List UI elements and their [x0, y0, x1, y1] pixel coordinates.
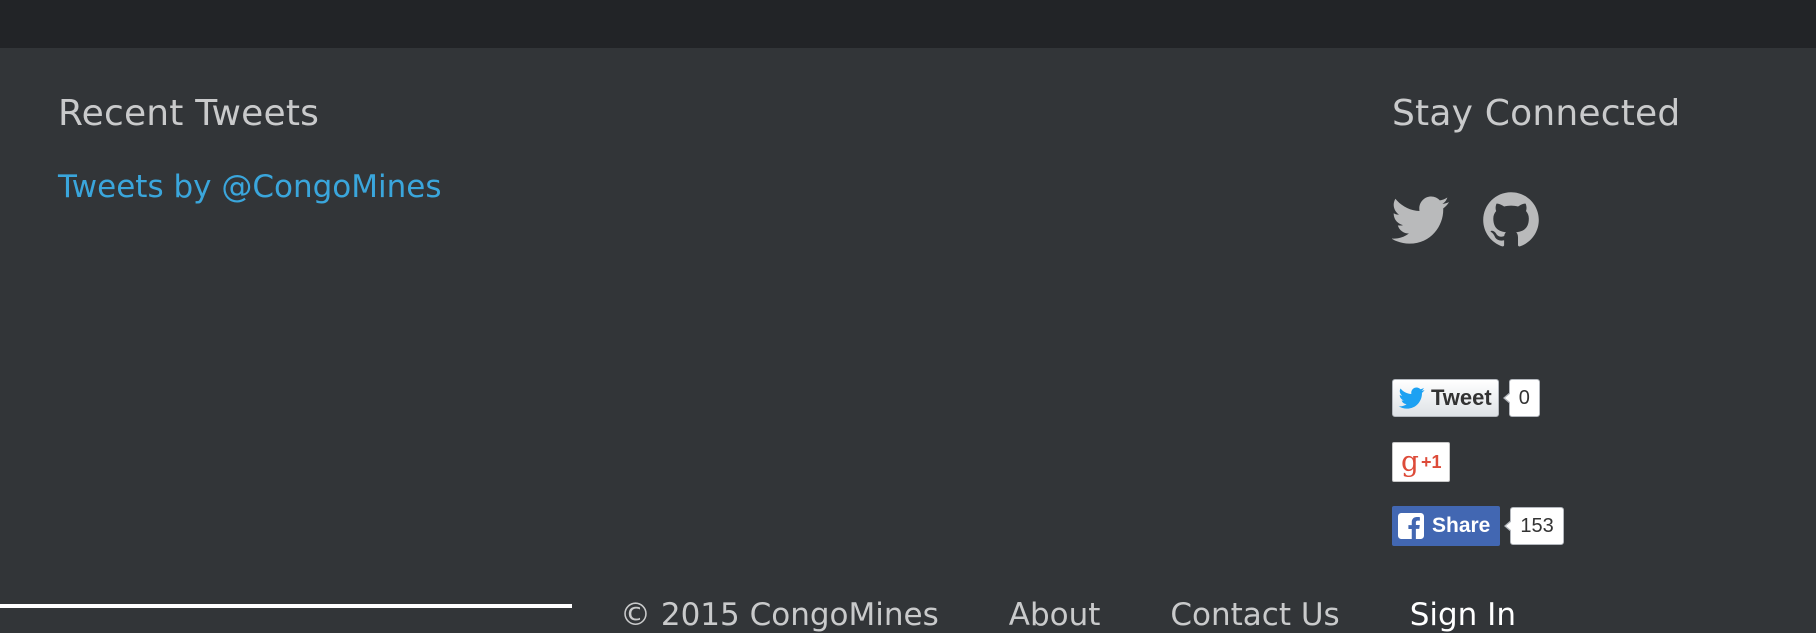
social-icons — [1392, 191, 1540, 249]
facebook-widget: Share 153 — [1392, 506, 1564, 546]
recent-tweets-heading: Recent Tweets — [58, 93, 320, 134]
github-icon[interactable] — [1482, 191, 1540, 249]
twitter-icon[interactable] — [1392, 191, 1450, 249]
footer: Recent Tweets Tweets by @CongoMines Stay… — [0, 48, 1816, 631]
facebook-icon — [1398, 513, 1424, 539]
footer-nav: © 2015 CongoMines About Contact Us Sign … — [620, 600, 1516, 631]
facebook-share-button[interactable]: Share — [1392, 506, 1501, 546]
footer-link-about[interactable]: About — [1009, 600, 1101, 631]
gplus-widget: g +1 — [1392, 442, 1451, 482]
page-bottom-strip — [0, 604, 572, 608]
stay-connected-heading: Stay Connected — [1392, 93, 1681, 134]
copyright-text: © 2015 CongoMines — [620, 597, 939, 633]
tweet-button[interactable]: Tweet — [1392, 379, 1499, 417]
tweet-count: 0 — [1502, 379, 1540, 417]
recent-tweets-section: Recent Tweets Tweets by @CongoMines — [58, 96, 441, 203]
gplus-button[interactable]: g +1 — [1392, 442, 1451, 482]
gplus-label: +1 — [1420, 451, 1442, 472]
tweet-label: Tweet — [1431, 385, 1492, 410]
gplus-icon: g — [1401, 445, 1419, 478]
footer-link-sign-in[interactable]: Sign In — [1410, 600, 1516, 631]
tweets-by-link[interactable]: Tweets by @CongoMines — [58, 172, 441, 203]
stay-connected-section: Stay Connected Tweet 0 g +1 Share 153 — [1392, 93, 1792, 546]
top-navbar — [0, 0, 1816, 48]
tweet-widget: Tweet 0 — [1392, 379, 1540, 417]
facebook-share-label: Share — [1432, 514, 1491, 537]
twitter-bird-icon — [1398, 387, 1425, 409]
footer-link-contact[interactable]: Contact Us — [1170, 600, 1339, 631]
facebook-share-count: 153 — [1504, 507, 1564, 545]
